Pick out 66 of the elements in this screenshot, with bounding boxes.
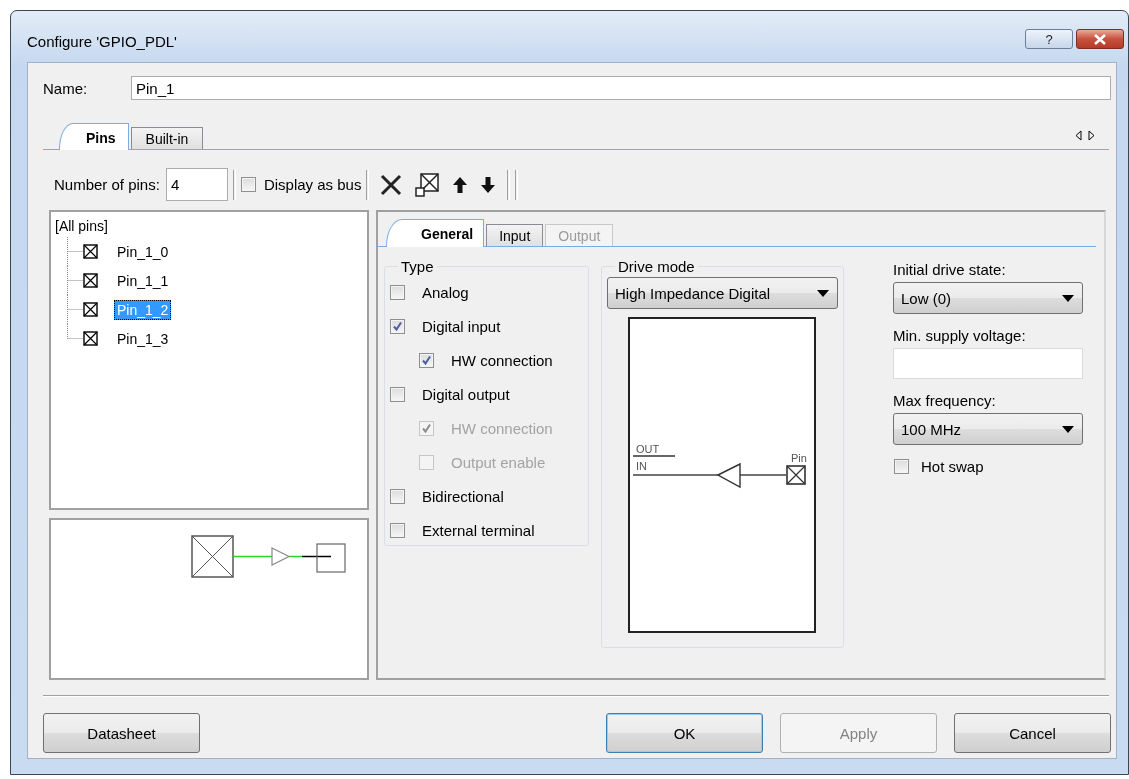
pin-icon [786,465,806,485]
dropdown[interactable]: 100 MHz [893,413,1083,445]
dialog-button[interactable]: OK [606,713,763,753]
checkbox-label: Digital output [422,385,510,403]
close-button[interactable] [1076,29,1124,49]
name-field[interactable]: Pin_1 [131,76,1111,100]
close-icon [1094,33,1106,45]
tree-item[interactable]: Pin_1_0 [114,241,172,262]
pins-count-field[interactable]: 4 [165,168,228,201]
tab[interactable]: General [386,219,485,247]
name-label: Name: [43,79,89,97]
checkbox-label: Digital input [422,317,501,335]
window-title: Configure 'GPIO_PDL' [27,33,177,50]
caret-icon [817,289,829,297]
setting-label: Min. supply voltage: [893,325,1027,346]
tab[interactable]: Pins [59,123,129,150]
pin-icon [83,331,98,346]
dialog-button[interactable]: Datasheet [43,713,200,753]
checkbox-label: HW connection [451,351,553,369]
tree-item[interactable]: Pin_1_3 [114,328,172,349]
checkbox[interactable] [419,352,434,368]
setting-label: Initial drive state: [893,259,1007,280]
checkbox-label: Hot swap [921,457,984,475]
checkbox[interactable] [240,177,256,192]
scroll-right-icon[interactable] [1088,130,1095,141]
dropdown[interactable]: High Impedance Digital [607,277,838,309]
setting-label: Max frequency: [893,390,997,411]
buffer-symbol [716,462,741,489]
help-button[interactable]: ? [1025,29,1073,49]
pin-icon [83,244,98,259]
dropdown[interactable]: Low (0) [893,282,1083,314]
delete-icon[interactable] [380,173,403,196]
checkbox-label: Bidirectional [422,487,504,505]
checkbox-label: Display as bus [263,176,362,193]
tab[interactable]: Built-in [130,127,204,149]
checkbox[interactable] [390,284,405,300]
arrow-down-icon[interactable] [480,174,497,195]
checkbox[interactable] [390,522,405,538]
checkbox-label: Output enable [451,453,546,471]
tree-connector [65,266,83,295]
group-title: Type [400,258,435,275]
pin-label: Pin [791,452,807,464]
pins-count-label: Number of pins: [54,176,160,193]
voltage-field[interactable] [893,348,1083,379]
signal-line [632,455,676,457]
checkbox[interactable] [390,386,405,402]
caret-icon [1062,294,1074,302]
checkbox[interactable] [894,458,909,474]
group-title: Drive mode [617,258,696,275]
checkbox-label: HW connection [451,419,553,437]
caret-icon [1062,425,1074,433]
tree-item[interactable]: [All pins] [55,218,108,234]
checkbox[interactable] [390,488,405,504]
checkbox-label: External terminal [422,521,535,539]
pin-icon [83,273,98,288]
signal-label: OUT [636,443,660,455]
checkbox[interactable] [390,318,405,334]
crossed-box-icon[interactable] [414,171,441,198]
checkbox-label: Analog [422,283,469,301]
scroll-left-icon[interactable] [1075,130,1082,141]
pin-icon [83,302,98,317]
tree-item[interactable]: Pin_1_1 [114,270,172,291]
tree-connector [65,237,83,266]
tab[interactable]: Input [486,224,544,246]
signal-label: IN [636,460,647,472]
dialog-button[interactable]: Cancel [954,713,1111,753]
